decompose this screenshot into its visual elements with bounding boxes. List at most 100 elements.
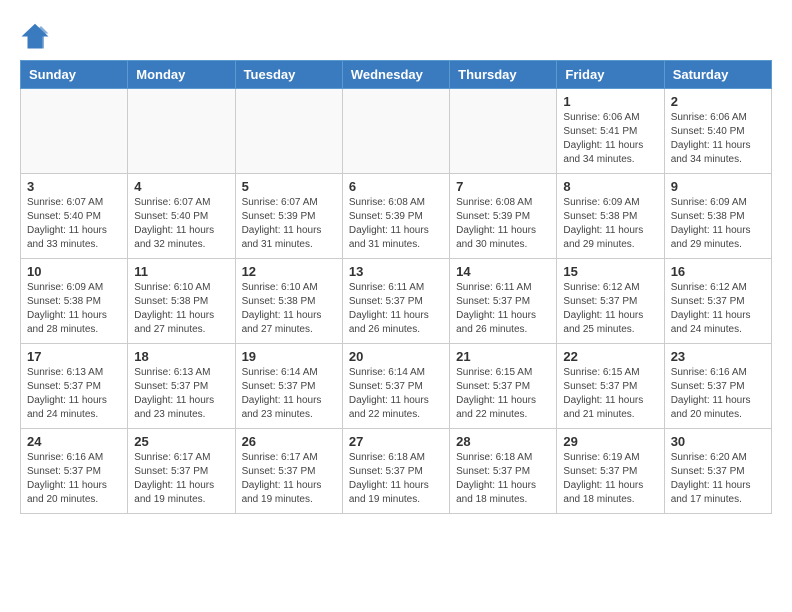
calendar-cell: 11 Sunrise: 6:10 AM Sunset: 5:38 PM Dayli…: [128, 259, 235, 344]
calendar-cell: 12Sunrise: 6:10 AM Sunset: 5:38 PM Dayli…: [235, 259, 342, 344]
day-info: Sunrise: 6:07 AM Sunset: 5:40 PM Dayligh…: [27, 196, 121, 252]
day-info: Sunrise: 6:15 AM Sunset: 5:37 PM Dayligh…: [456, 366, 550, 422]
day-number: 5: [242, 179, 336, 194]
weekday-header-tuesday: Tuesday: [235, 61, 342, 89]
day-info: Sunrise: 6:18 AM Sunset: 5:37 PM Dayligh…: [349, 451, 443, 507]
calendar-week-4: 17 Sunrise: 6:13 AM Sunset: 5:37 PM Dayli…: [21, 344, 772, 429]
weekday-header-saturday: Saturday: [664, 61, 771, 89]
day-info: Sunrise: 6:16 AM Sunset: 5:37 PM Dayligh…: [671, 366, 765, 422]
day-number: 17: [27, 349, 121, 364]
day-number: 14: [456, 264, 550, 279]
day-info: Sunrise: 6:08 AM Sunset: 5:39 PM Dayligh…: [349, 196, 443, 252]
calendar-week-5: 24 Sunrise: 6:16 AM Sunset: 5:37 PM Dayli…: [21, 429, 772, 514]
weekday-header-row: SundayMondayTuesdayWednesdayThursdayFrid…: [21, 61, 772, 89]
calendar-cell: 7Sunrise: 6:08 AM Sunset: 5:39 PM Daylig…: [450, 174, 557, 259]
calendar-cell: 18 Sunrise: 6:13 AM Sunset: 5:37 PM Dayli…: [128, 344, 235, 429]
day-info: Sunrise: 6:07 AM Sunset: 5:39 PM Dayligh…: [242, 196, 336, 252]
day-info: Sunrise: 6:06 AM Sunset: 5:41 PM Dayligh…: [563, 111, 657, 167]
calendar-cell: [128, 89, 235, 174]
day-number: 11: [134, 264, 228, 279]
day-info: Sunrise: 6:09 AM Sunset: 5:38 PM Dayligh…: [27, 281, 121, 337]
calendar-week-3: 10 Sunrise: 6:09 AM Sunset: 5:38 PM Dayli…: [21, 259, 772, 344]
weekday-header-thursday: Thursday: [450, 61, 557, 89]
calendar-cell: 17 Sunrise: 6:13 AM Sunset: 5:37 PM Dayli…: [21, 344, 128, 429]
day-info: Sunrise: 6:20 AM Sunset: 5:37 PM Dayligh…: [671, 451, 765, 507]
day-info: Sunrise: 6:09 AM Sunset: 5:38 PM Dayligh…: [671, 196, 765, 252]
day-info: Sunrise: 6:16 AM Sunset: 5:37 PM Dayligh…: [27, 451, 121, 507]
calendar-cell: 2 Sunrise: 6:06 AM Sunset: 5:40 PM Daylig…: [664, 89, 771, 174]
calendar-cell: 29 Sunrise: 6:19 AM Sunset: 5:37 PM Dayli…: [557, 429, 664, 514]
calendar-cell: [21, 89, 128, 174]
calendar-cell: 1 Sunrise: 6:06 AM Sunset: 5:41 PM Daylig…: [557, 89, 664, 174]
day-number: 13: [349, 264, 443, 279]
calendar-cell: [235, 89, 342, 174]
calendar-cell: [342, 89, 449, 174]
day-number: 1: [563, 94, 657, 109]
calendar-cell: 4Sunrise: 6:07 AM Sunset: 5:40 PM Daylig…: [128, 174, 235, 259]
day-number: 21: [456, 349, 550, 364]
calendar-cell: 3 Sunrise: 6:07 AM Sunset: 5:40 PM Daylig…: [21, 174, 128, 259]
day-number: 15: [563, 264, 657, 279]
calendar-cell: 15Sunrise: 6:12 AM Sunset: 5:37 PM Dayli…: [557, 259, 664, 344]
calendar-cell: 10 Sunrise: 6:09 AM Sunset: 5:38 PM Dayli…: [21, 259, 128, 344]
day-info: Sunrise: 6:15 AM Sunset: 5:37 PM Dayligh…: [563, 366, 657, 422]
day-number: 18: [134, 349, 228, 364]
logo-icon: [20, 20, 50, 50]
calendar-cell: 20 Sunrise: 6:14 AM Sunset: 5:37 PM Dayli…: [342, 344, 449, 429]
logo: [20, 20, 54, 50]
day-info: Sunrise: 6:11 AM Sunset: 5:37 PM Dayligh…: [349, 281, 443, 337]
calendar-cell: 6 Sunrise: 6:08 AM Sunset: 5:39 PM Daylig…: [342, 174, 449, 259]
day-number: 25: [134, 434, 228, 449]
calendar-cell: 14 Sunrise: 6:11 AM Sunset: 5:37 PM Dayli…: [450, 259, 557, 344]
calendar-cell: 23 Sunrise: 6:16 AM Sunset: 5:37 PM Dayli…: [664, 344, 771, 429]
calendar-cell: 25 Sunrise: 6:17 AM Sunset: 5:37 PM Dayli…: [128, 429, 235, 514]
day-number: 19: [242, 349, 336, 364]
day-number: 6: [349, 179, 443, 194]
day-info: Sunrise: 6:06 AM Sunset: 5:40 PM Dayligh…: [671, 111, 765, 167]
calendar-week-2: 3 Sunrise: 6:07 AM Sunset: 5:40 PM Daylig…: [21, 174, 772, 259]
day-number: 22: [563, 349, 657, 364]
calendar-cell: 22 Sunrise: 6:15 AM Sunset: 5:37 PM Dayli…: [557, 344, 664, 429]
calendar-table: SundayMondayTuesdayWednesdayThursdayFrid…: [20, 60, 772, 514]
day-number: 4: [134, 179, 228, 194]
day-info: Sunrise: 6:14 AM Sunset: 5:37 PM Dayligh…: [349, 366, 443, 422]
day-number: 3: [27, 179, 121, 194]
day-info: Sunrise: 6:13 AM Sunset: 5:37 PM Dayligh…: [27, 366, 121, 422]
day-info: Sunrise: 6:11 AM Sunset: 5:37 PM Dayligh…: [456, 281, 550, 337]
day-number: 28: [456, 434, 550, 449]
day-number: 23: [671, 349, 765, 364]
weekday-header-friday: Friday: [557, 61, 664, 89]
calendar-cell: 30Sunrise: 6:20 AM Sunset: 5:37 PM Dayli…: [664, 429, 771, 514]
day-number: 9: [671, 179, 765, 194]
day-info: Sunrise: 6:19 AM Sunset: 5:37 PM Dayligh…: [563, 451, 657, 507]
calendar-cell: 26Sunrise: 6:17 AM Sunset: 5:37 PM Dayli…: [235, 429, 342, 514]
weekday-header-sunday: Sunday: [21, 61, 128, 89]
page-header: [20, 20, 772, 50]
calendar-cell: 16Sunrise: 6:12 AM Sunset: 5:37 PM Dayli…: [664, 259, 771, 344]
day-number: 27: [349, 434, 443, 449]
day-number: 10: [27, 264, 121, 279]
day-info: Sunrise: 6:18 AM Sunset: 5:37 PM Dayligh…: [456, 451, 550, 507]
calendar-cell: 9 Sunrise: 6:09 AM Sunset: 5:38 PM Daylig…: [664, 174, 771, 259]
day-number: 20: [349, 349, 443, 364]
day-info: Sunrise: 6:13 AM Sunset: 5:37 PM Dayligh…: [134, 366, 228, 422]
calendar-cell: 5 Sunrise: 6:07 AM Sunset: 5:39 PM Daylig…: [235, 174, 342, 259]
calendar-cell: [450, 89, 557, 174]
day-number: 7: [456, 179, 550, 194]
calendar-cell: 27 Sunrise: 6:18 AM Sunset: 5:37 PM Dayli…: [342, 429, 449, 514]
calendar-cell: 13 Sunrise: 6:11 AM Sunset: 5:37 PM Dayli…: [342, 259, 449, 344]
weekday-header-monday: Monday: [128, 61, 235, 89]
day-number: 29: [563, 434, 657, 449]
day-number: 8: [563, 179, 657, 194]
day-number: 2: [671, 94, 765, 109]
day-number: 24: [27, 434, 121, 449]
day-info: Sunrise: 6:17 AM Sunset: 5:37 PM Dayligh…: [134, 451, 228, 507]
day-info: Sunrise: 6:09 AM Sunset: 5:38 PM Dayligh…: [563, 196, 657, 252]
calendar-cell: 21 Sunrise: 6:15 AM Sunset: 5:37 PM Dayli…: [450, 344, 557, 429]
day-number: 26: [242, 434, 336, 449]
calendar-cell: 24 Sunrise: 6:16 AM Sunset: 5:37 PM Dayli…: [21, 429, 128, 514]
day-number: 16: [671, 264, 765, 279]
calendar-cell: 8 Sunrise: 6:09 AM Sunset: 5:38 PM Daylig…: [557, 174, 664, 259]
day-info: Sunrise: 6:10 AM Sunset: 5:38 PM Dayligh…: [134, 281, 228, 337]
day-info: Sunrise: 6:10 AM Sunset: 5:38 PM Dayligh…: [242, 281, 336, 337]
